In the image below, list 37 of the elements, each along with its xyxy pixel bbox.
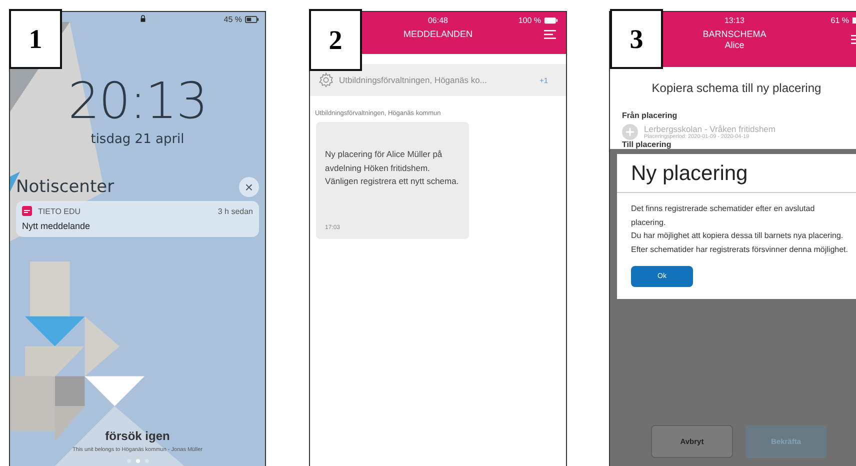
dialog-text: Efter schematider har registrerats försvinner denna möjlighet. <box>631 244 849 256</box>
battery-icon <box>245 16 259 22</box>
notification-card[interactable]: TIETO EDU 3 h sedan Nytt meddelande <box>16 201 259 237</box>
child-name: Alice <box>724 40 744 50</box>
dialog-title: Ny placering <box>617 154 856 193</box>
dialog-text: Du har möjlighet att kopiera dessa till barnets nya placering. <box>631 230 844 242</box>
page-dot[interactable] <box>136 459 140 463</box>
placement-name: Lerbergsskolan - Vråken fritidshem <box>644 124 776 134</box>
menu-icon[interactable] <box>544 30 556 38</box>
retry-text: försök igen <box>105 429 170 443</box>
screen-title: MEDDELANDEN <box>403 29 472 39</box>
figure-number: 2 <box>309 9 362 71</box>
lock-time: 20:13 <box>68 76 208 126</box>
screen-title: BARNSCHEMA <box>702 29 766 39</box>
thread-name: Utbildningsförvaltningen, Höganäs ko... <box>339 75 487 85</box>
app-icon <box>22 206 32 216</box>
battery-icon <box>544 16 558 24</box>
notification-age: 3 h sedan <box>218 206 253 216</box>
to-label: Till placering <box>622 140 672 149</box>
message-text: Ny placering för Alice Müller på avdelning Höken fritidshem. Vänligen registrera ett nytt schema. <box>325 148 460 188</box>
figure-number: 1 <box>9 9 62 69</box>
status-time: 06:48 <box>428 16 448 24</box>
settings-icon[interactable] <box>318 72 334 88</box>
status-time: 13:13 <box>724 16 745 24</box>
figure-number: 3 <box>610 9 663 69</box>
from-label: Från placering <box>622 111 678 120</box>
lock-date: tisdag 21 april <box>90 132 184 147</box>
dialog-text: Det finns registrerade schematider efter en avslutad placering. <box>631 203 816 229</box>
section-heading: Kopiera schema till ny placering <box>650 81 822 95</box>
battery-level: 100 % <box>518 16 541 24</box>
plus-icon[interactable] <box>622 124 638 140</box>
battery-level: 45 % <box>224 14 242 24</box>
battery-level: 61 % <box>830 16 849 24</box>
notification-center-title: Notiscenter <box>16 177 114 197</box>
notification-text: Nytt meddelande <box>22 221 92 231</box>
lock-icon <box>140 15 146 22</box>
app-name: TIETO EDU <box>38 206 81 216</box>
